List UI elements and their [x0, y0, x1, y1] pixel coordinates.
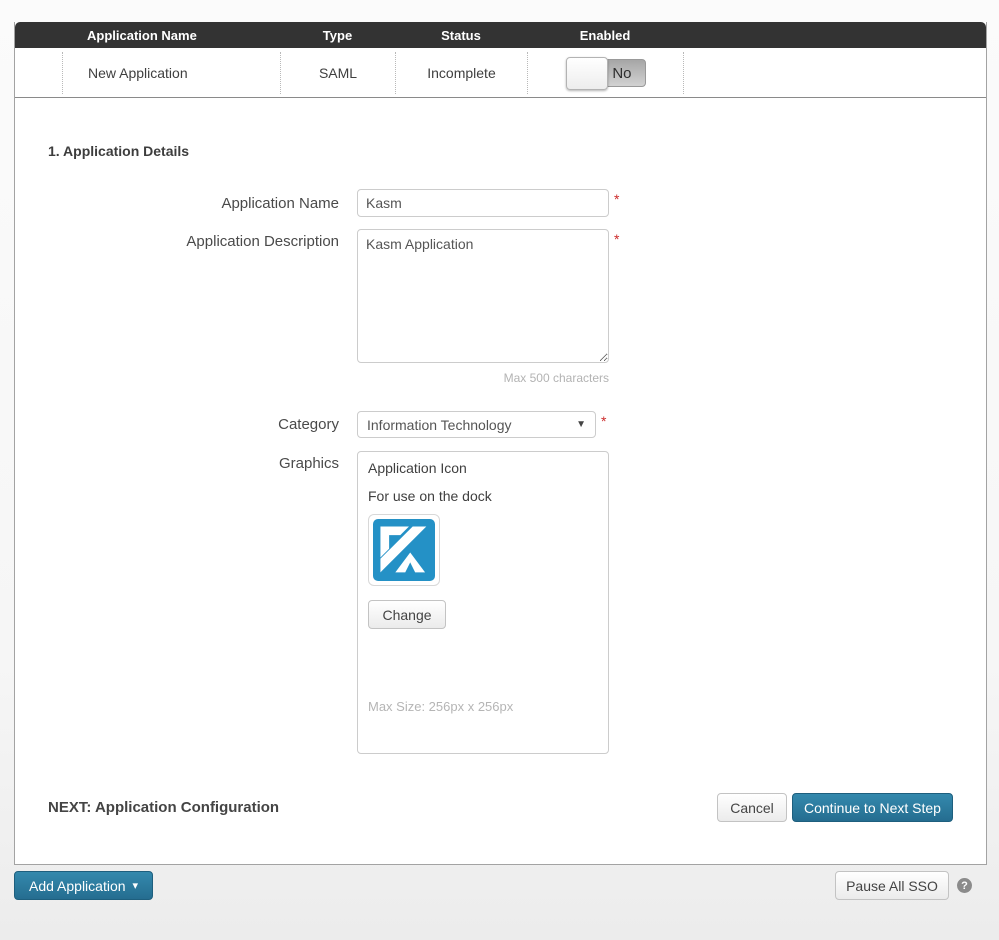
max-characters-hint: Max 500 characters	[357, 371, 609, 385]
graphics-box: Application Icon For use on the dock Cha…	[357, 451, 609, 754]
application-name-cell: New Application	[62, 52, 280, 94]
application-description-row: Application Description Kasm Application…	[48, 229, 953, 385]
add-application-button[interactable]: Add Application ▾	[14, 871, 153, 900]
section-title: 1. Application Details	[48, 143, 953, 159]
caret-down-icon: ▾	[133, 879, 139, 892]
page-footer: Add Application ▾ Pause All SSO ?	[14, 871, 987, 900]
required-asterisk: *	[601, 413, 606, 429]
select-caret-icon: ▼	[576, 419, 586, 430]
application-status-cell: Incomplete	[395, 52, 527, 94]
pause-all-sso-button[interactable]: Pause All SSO	[835, 871, 949, 900]
application-description-textarea[interactable]: Kasm Application	[357, 229, 609, 363]
application-name-input[interactable]	[357, 189, 609, 217]
help-icon[interactable]: ?	[957, 878, 972, 893]
application-name-label: Application Name	[48, 195, 339, 212]
max-size-hint: Max Size: 256px x 256px	[368, 699, 598, 714]
change-icon-button[interactable]: Change	[368, 600, 446, 629]
enabled-toggle[interactable]: No	[566, 59, 646, 87]
application-icon-subtitle: For use on the dock	[368, 488, 598, 504]
application-name-row: Application Name *	[48, 189, 953, 217]
column-header-status: Status	[395, 28, 527, 43]
application-description-label: Application Description	[48, 229, 339, 250]
table-header: Application Name Type Status Enabled	[15, 22, 986, 48]
application-icon-title: Application Icon	[368, 460, 598, 476]
next-step-label: NEXT: Application Configuration	[48, 799, 279, 816]
required-asterisk: *	[614, 231, 619, 247]
required-asterisk: *	[614, 191, 619, 207]
toggle-state-label: No	[612, 60, 631, 87]
application-panel: Application Name Type Status Enabled New…	[14, 22, 987, 865]
graphics-row: Graphics Application Icon For use on the…	[48, 451, 953, 754]
category-select[interactable]: Information Technology ▼	[357, 411, 596, 438]
column-header-application-name: Application Name	[62, 28, 280, 43]
continue-to-next-step-button[interactable]: Continue to Next Step	[792, 793, 953, 822]
add-application-label: Add Application	[29, 878, 126, 894]
toggle-knob[interactable]	[566, 57, 608, 90]
category-selected-value: Information Technology	[367, 417, 512, 433]
row-end-divider	[683, 52, 684, 94]
application-icon-preview	[368, 514, 440, 586]
table-row: New Application SAML Incomplete No	[15, 48, 986, 98]
category-row: Category Information Technology ▼ *	[48, 411, 953, 438]
enabled-cell: No	[527, 52, 683, 94]
application-details-section: 1. Application Details Application Name …	[15, 98, 986, 864]
column-header-type: Type	[280, 28, 395, 43]
graphics-label: Graphics	[48, 451, 339, 472]
application-type-cell: SAML	[280, 52, 395, 94]
form-actions: NEXT: Application Configuration Cancel C…	[48, 793, 953, 822]
cancel-button[interactable]: Cancel	[717, 793, 787, 822]
application-description-field: Kasm Application Max 500 characters	[357, 229, 609, 385]
category-label: Category	[48, 416, 339, 433]
row-spacer	[15, 52, 62, 94]
kasm-logo-icon	[373, 519, 435, 581]
column-header-enabled: Enabled	[527, 28, 683, 43]
